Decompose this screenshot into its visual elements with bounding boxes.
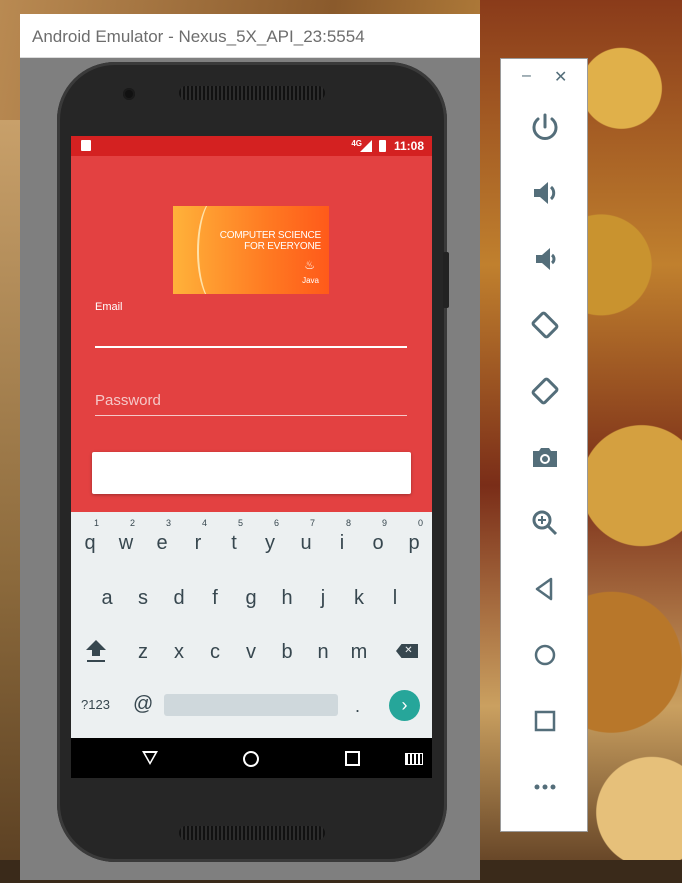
key-f[interactable]: f bbox=[197, 583, 233, 613]
space-bar[interactable] bbox=[164, 694, 338, 716]
email-field[interactable] bbox=[95, 346, 407, 348]
email-label: Email bbox=[95, 301, 123, 313]
volume-up-icon[interactable] bbox=[525, 173, 565, 213]
key-hint-7: 7 bbox=[310, 518, 316, 528]
key-hint-9: 9 bbox=[382, 518, 388, 528]
toolbar-close-button[interactable]: ✕ bbox=[554, 67, 567, 87]
window-titlebar[interactable]: Android Emulator - Nexus_5X_API_23:5554 bbox=[20, 14, 480, 58]
toolbar-minimize-button[interactable]: – bbox=[522, 67, 531, 85]
phone-side-button[interactable] bbox=[443, 252, 449, 308]
home-icon[interactable] bbox=[525, 635, 565, 675]
status-time: 11:08 bbox=[393, 139, 424, 153]
symbols-key[interactable]: ?123 bbox=[81, 697, 110, 712]
keyboard-row-3: zxcvbnm bbox=[71, 637, 432, 667]
key-b[interactable]: b bbox=[269, 637, 305, 667]
emulator-toolbar: – ✕ bbox=[500, 58, 588, 832]
keyboard-row-1: q1w2e3r4t5y6u7i8o9p0 bbox=[71, 518, 432, 558]
key-j[interactable]: j bbox=[305, 583, 341, 613]
key-h[interactable]: h bbox=[269, 583, 305, 613]
key-a[interactable]: a bbox=[89, 583, 125, 613]
java-cup-icon: ♨ bbox=[304, 258, 315, 272]
key-y[interactable]: y bbox=[252, 528, 288, 558]
overview-icon[interactable] bbox=[525, 701, 565, 741]
key-u[interactable]: u bbox=[288, 528, 324, 558]
nav-home-icon[interactable] bbox=[243, 751, 259, 767]
banner-curve bbox=[197, 206, 239, 294]
key-hint-5: 5 bbox=[238, 518, 244, 528]
keyboard-switch-icon[interactable] bbox=[405, 753, 423, 765]
password-field[interactable]: Password bbox=[95, 392, 407, 416]
key-e[interactable]: e bbox=[144, 528, 180, 558]
key-hint-8: 8 bbox=[346, 518, 352, 528]
banner-brand: Java bbox=[302, 276, 319, 285]
key-v[interactable]: v bbox=[233, 637, 269, 667]
phone-screen[interactable]: 4G 11:08 COMPUTER SCIENCE FOR EVERYONE ♨… bbox=[71, 136, 432, 778]
emulator-window: Android Emulator - Nexus_5X_API_23:5554 … bbox=[20, 14, 480, 880]
back-icon[interactable] bbox=[525, 569, 565, 609]
key-r[interactable]: r bbox=[180, 528, 216, 558]
soft-keyboard: q1w2e3r4t5y6u7i8o9p0 asdfghjkl zxcvbnm ✕… bbox=[71, 512, 432, 738]
key-hint-6: 6 bbox=[274, 518, 280, 528]
sd-card-icon bbox=[81, 140, 91, 151]
key-hint-0: 0 bbox=[418, 518, 424, 528]
key-q[interactable]: q bbox=[72, 528, 108, 558]
battery-icon bbox=[379, 140, 386, 152]
camera-icon[interactable] bbox=[525, 437, 565, 477]
key-k[interactable]: k bbox=[341, 583, 377, 613]
phone-frame: 4G 11:08 COMPUTER SCIENCE FOR EVERYONE ♨… bbox=[57, 62, 449, 862]
status-bar: 4G 11:08 bbox=[71, 136, 432, 156]
zoom-icon[interactable] bbox=[525, 503, 565, 543]
key-l[interactable]: l bbox=[377, 583, 413, 613]
key-hint-2: 2 bbox=[130, 518, 136, 528]
key-d[interactable]: d bbox=[161, 583, 197, 613]
rotate-right-icon[interactable] bbox=[525, 371, 565, 411]
volume-down-icon[interactable] bbox=[525, 239, 565, 279]
front-camera bbox=[123, 88, 135, 100]
key-hint-1: 1 bbox=[94, 518, 100, 528]
banner-line2: FOR EVERYONE bbox=[244, 241, 321, 252]
key-x[interactable]: x bbox=[161, 637, 197, 667]
keyboard-row-2: asdfghjkl bbox=[71, 583, 432, 613]
more-icon[interactable] bbox=[525, 767, 565, 807]
key-i[interactable]: i bbox=[324, 528, 360, 558]
key-o[interactable]: o bbox=[360, 528, 396, 558]
nav-recents-icon[interactable] bbox=[345, 751, 360, 766]
key-p[interactable]: p bbox=[396, 528, 432, 558]
key-n[interactable]: n bbox=[305, 637, 341, 667]
at-key[interactable]: @ bbox=[133, 693, 153, 716]
top-speaker bbox=[179, 86, 325, 100]
signal-icon bbox=[360, 140, 372, 152]
power-icon[interactable] bbox=[525, 107, 565, 147]
window-title: Android Emulator - Nexus_5X_API_23:5554 bbox=[32, 27, 365, 46]
rotate-left-icon[interactable] bbox=[525, 305, 565, 345]
key-z[interactable]: z bbox=[125, 637, 161, 667]
key-hint-4: 4 bbox=[202, 518, 208, 528]
key-c[interactable]: c bbox=[197, 637, 233, 667]
bottom-speaker bbox=[179, 826, 325, 840]
key-hint-3: 3 bbox=[166, 518, 172, 528]
banner-line1: COMPUTER SCIENCE bbox=[219, 230, 321, 241]
key-t[interactable]: t bbox=[216, 528, 252, 558]
app-banner-image: COMPUTER SCIENCE FOR EVERYONE ♨ Java bbox=[173, 206, 329, 294]
key-m[interactable]: m bbox=[341, 637, 377, 667]
period-key[interactable]: . bbox=[355, 696, 360, 717]
key-w[interactable]: w bbox=[108, 528, 144, 558]
key-g[interactable]: g bbox=[233, 583, 269, 613]
login-button[interactable] bbox=[92, 452, 411, 494]
enter-key[interactable]: › bbox=[389, 690, 420, 721]
shift-key-icon[interactable] bbox=[85, 640, 107, 666]
navigation-bar bbox=[71, 738, 432, 778]
key-s[interactable]: s bbox=[125, 583, 161, 613]
